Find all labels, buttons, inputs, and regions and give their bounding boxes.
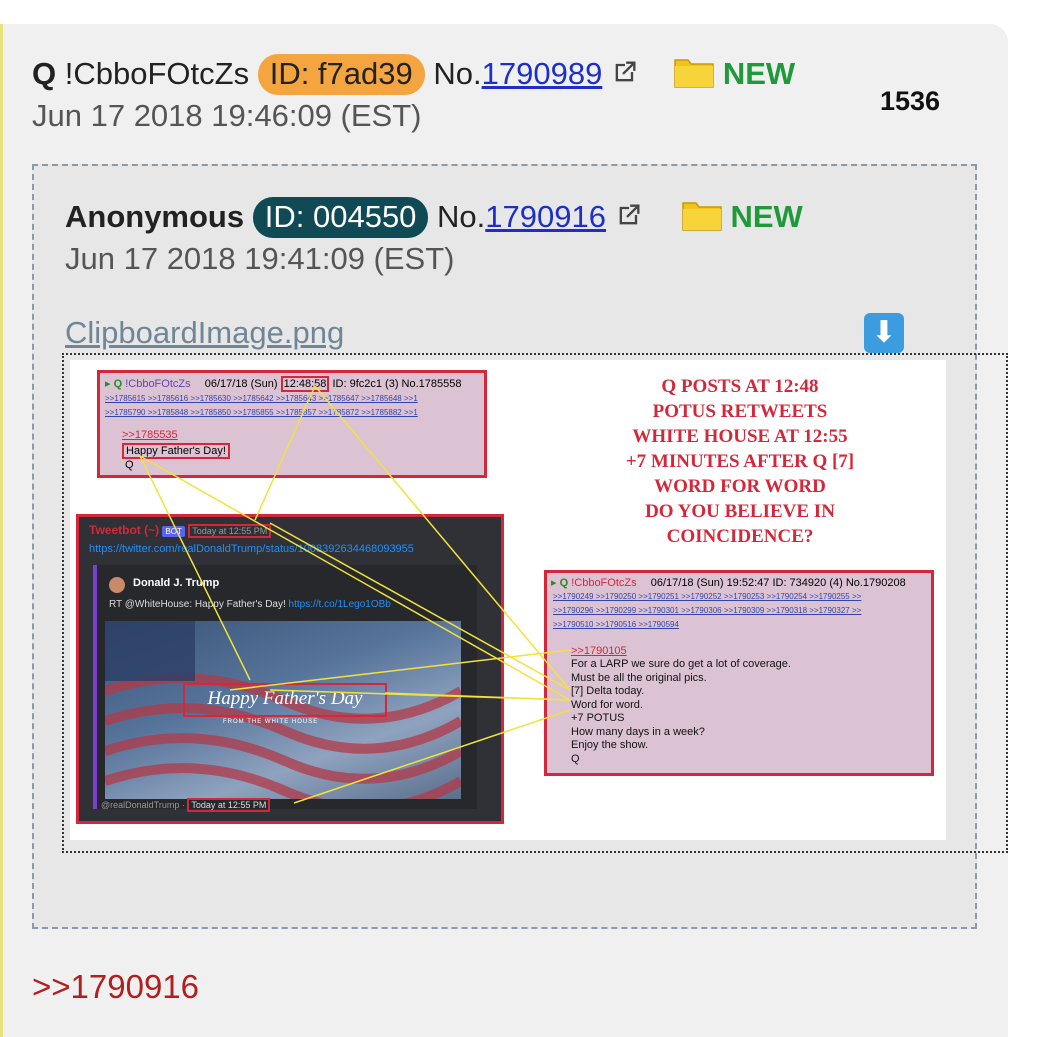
post-date: Jun 17 2018 19:46:09 (EST) bbox=[32, 98, 422, 133]
headline-line: WORD FOR WORD bbox=[654, 476, 826, 497]
image-reply-line: Enjoy the show. bbox=[571, 739, 649, 751]
external-link-icon[interactable] bbox=[615, 201, 643, 237]
image-q-trip: !CbboFOtcZs bbox=[125, 378, 191, 390]
image-tweet-url: https://twitter.com/realDonaldTrump/stat… bbox=[89, 543, 414, 555]
post-number-prefix: No. bbox=[433, 56, 482, 92]
image-tweet-bot-tag: BOT bbox=[162, 526, 185, 537]
image-tweet-author: Donald J. Trump bbox=[133, 577, 220, 589]
headline-line: POTUS RETWEETS bbox=[652, 401, 828, 422]
image-tweet-time: Today at 12:55 PM bbox=[188, 524, 272, 538]
attachment-image[interactable]: ▸ Q !CbboFOtcZs 06/17/18 (Sun) 12:48:58 … bbox=[70, 360, 946, 840]
image-reply-line: How many days in a week? bbox=[571, 725, 705, 738]
poster-tripcode: !CbboFOtcZs bbox=[64, 56, 250, 92]
image-reply-ref: >>1790105 bbox=[571, 645, 627, 657]
image-reply-line: +7 POTUS bbox=[571, 712, 625, 724]
image-reply-backlinks-2: >>1790296 >>1790299 >>1790301 >>1790306 … bbox=[553, 606, 862, 615]
poster-name: Q bbox=[32, 56, 57, 92]
new-badge: NEW bbox=[730, 199, 803, 235]
reply-count: 1536 bbox=[880, 86, 941, 116]
post-number-link[interactable]: 1790989 bbox=[482, 56, 603, 91]
image-q-idno: ID: 9fc2c1 (3) No.1785558 bbox=[332, 378, 462, 390]
image-q-signature: Q bbox=[125, 459, 134, 471]
folder-icon[interactable] bbox=[682, 199, 722, 239]
attachment-filename-link[interactable]: ClipboardImage.png bbox=[65, 315, 344, 351]
image-tweet-embed: Donald J. Trump RT @WhiteHouse: Happy Fa… bbox=[93, 565, 477, 809]
image-q-backlinks-2: >>1785790 >>1785848 >>1785850 >>1785855 … bbox=[105, 408, 418, 417]
image-tweet-footer-time: Today at 12:55 PM bbox=[187, 798, 271, 812]
image-reply-trip: !CbboFOtcZs bbox=[571, 577, 637, 589]
image-q-ref: >>1785535 bbox=[122, 429, 178, 441]
image-tweet-rt-link: https://t.co/1Lego1OBb bbox=[288, 599, 391, 610]
poster-id-badge[interactable]: ID: f7ad39 bbox=[257, 54, 425, 96]
quoted-number-prefix: No. bbox=[437, 199, 486, 235]
image-reply-line: Word for word. bbox=[571, 698, 643, 711]
external-link-icon[interactable] bbox=[611, 58, 639, 94]
image-reply-line: Q bbox=[571, 752, 580, 765]
image-q-reply-panel: ▸ Q !CbboFOtcZs 06/17/18 (Sun) 19:52:47 … bbox=[544, 570, 934, 776]
image-q-post-panel: ▸ Q !CbboFOtcZs 06/17/18 (Sun) 12:48:58 … bbox=[97, 370, 487, 478]
image-tweet-app: Tweetbot (~) bbox=[89, 523, 160, 537]
image-tweet-panel: Tweetbot (~) BOT Today at 12:55 PM https… bbox=[76, 514, 504, 824]
image-tweet-footer-user: @realDonaldTrump bbox=[101, 800, 180, 810]
image-tweet-banner: Happy Father's Day bbox=[183, 683, 387, 717]
image-q-time: 12:48:58 bbox=[280, 376, 330, 392]
headline-line: WHITE HOUSE AT 12:55 bbox=[632, 426, 848, 447]
image-tweet-banner-sub: FROM THE WHITE HOUSE bbox=[223, 719, 319, 725]
headline-line: COINCIDENCE? bbox=[666, 526, 814, 547]
image-q-date: 06/17/18 (Sun) bbox=[204, 378, 278, 390]
quoted-id-badge[interactable]: ID: 004550 bbox=[252, 197, 429, 239]
headline-line: Q POSTS AT 12:48 bbox=[661, 376, 819, 397]
download-icon[interactable]: ⬇ bbox=[864, 313, 904, 353]
headline-line: +7 MINUTES AFTER Q [7] bbox=[625, 451, 855, 472]
image-reply-meta: 06/17/18 (Sun) 19:52:47 ID: 734920 (4) N… bbox=[650, 577, 906, 589]
quoted-poster-name: Anonymous bbox=[65, 199, 245, 235]
image-reply-backlinks-1: >>1790249 >>1790250 >>1790251 >>1790252 … bbox=[553, 592, 862, 601]
avatar bbox=[109, 577, 125, 593]
image-reply-backlinks-3: >>1790510 >>1790516 >>1790594 bbox=[553, 620, 679, 629]
headline-line: DO YOU BELIEVE IN bbox=[645, 501, 835, 522]
new-badge: NEW bbox=[722, 56, 796, 92]
folder-icon[interactable] bbox=[674, 56, 714, 96]
image-headline: Q POSTS AT 12:48 POTUS RETWEETS WHITE HO… bbox=[570, 374, 910, 549]
post-header: Q !CbboFOtcZs ID: f7ad39 No.1790989 NEW bbox=[32, 54, 796, 96]
image-reply-line: [7] Delta today. bbox=[571, 685, 645, 697]
image-reply-line: Must be all the original pics. bbox=[571, 671, 707, 684]
image-reply-body: For a LARP we sure do get a lot of cover… bbox=[571, 658, 791, 766]
image-q-message: Happy Father's Day! bbox=[122, 443, 230, 459]
quoted-number-link[interactable]: 1790916 bbox=[485, 199, 606, 234]
reply-backlink[interactable]: >>1790916 bbox=[32, 968, 199, 1006]
image-tweet-rt-text: RT @WhiteHouse: Happy Father's Day! bbox=[109, 599, 286, 610]
image-tweet-flag-photo: Happy Father's Day FROM THE WHITE HOUSE bbox=[105, 621, 461, 799]
quoted-post-header: Anonymous ID: 004550 No.1790916 NEW bbox=[65, 197, 803, 239]
image-q-backlinks-1: >>1785615 >>1785616 >>1785630 >>1785642 … bbox=[105, 394, 418, 403]
image-reply-line: For a LARP we sure do get a lot of cover… bbox=[571, 658, 791, 670]
quoted-post-date: Jun 17 2018 19:41:09 (EST) bbox=[65, 241, 455, 276]
